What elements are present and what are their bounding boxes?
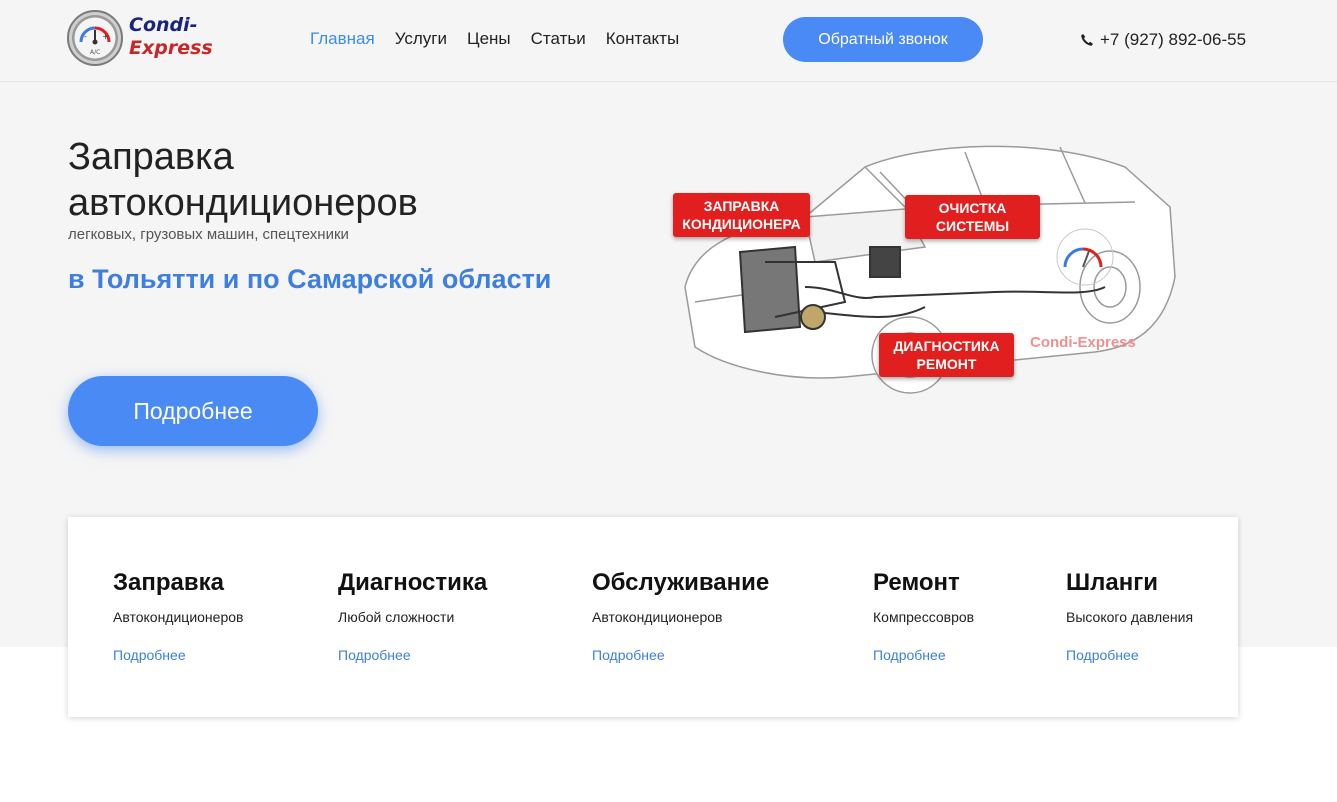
illustration-watermark: Condi-Express [1030, 334, 1136, 351]
tag-refill: ЗАПРАВКА КОНДИЦИОНЕРА [673, 193, 810, 237]
service-desc: Компрессовров [873, 609, 975, 625]
service-title: Обслуживание [592, 569, 770, 596]
phone-contact[interactable]: +7 (927) 892-06-55 [1080, 30, 1246, 50]
service-more-link[interactable]: Подробнее [592, 647, 769, 663]
nav-item-articles[interactable]: Статьи [531, 29, 586, 49]
phone-number[interactable]: +7 (927) 892-06-55 [1100, 30, 1246, 50]
gauge-label: A/C [90, 49, 100, 56]
service-more-link[interactable]: Подробнее [873, 647, 974, 663]
svg-text:-: - [84, 32, 87, 41]
hero-more-button[interactable]: Подробнее [68, 376, 318, 446]
nav-item-services[interactable]: Услуги [395, 29, 447, 49]
tag-diagnostics: ДИАГНОСТИКА РЕМОНТ [879, 333, 1014, 377]
service-card-diagnostics: Диагностика Любой сложности Подробнее [338, 569, 487, 663]
nav-item-prices[interactable]: Цены [467, 29, 511, 49]
service-more-link[interactable]: Подробнее [1066, 647, 1193, 663]
service-more-link[interactable]: Подробнее [113, 647, 243, 663]
nav-item-contacts[interactable]: Контакты [606, 29, 679, 49]
service-title: Ремонт [873, 569, 960, 596]
services-panel: Заправка Автокондиционеров Подробнее Диа… [68, 517, 1238, 717]
logo[interactable]: - + A/C Condi- Express [67, 10, 217, 70]
hero-subtitle: легковых, грузовых машин, спецтехники [68, 226, 349, 243]
service-title: Заправка [113, 569, 224, 596]
service-title: Шланги [1066, 569, 1158, 596]
service-card-refill: Заправка Автокондиционеров Подробнее [113, 569, 243, 663]
tag-cleaning: ОЧИСТКА СИСТЕМЫ [905, 195, 1040, 239]
logo-text-line1: Condi- [129, 14, 198, 36]
service-more-link[interactable]: Подробнее [338, 647, 487, 663]
svg-text:+: + [102, 32, 109, 41]
service-card-maintenance: Обслуживание Автокондиционеров Подробнее [592, 569, 769, 663]
phone-icon [1081, 34, 1093, 46]
car-illustration: ЗАПРАВКА КОНДИЦИОНЕРА ОЧИСТКА СИСТЕМЫ ДИ… [665, 127, 1185, 427]
service-desc: Автокондиционеров [592, 609, 723, 625]
service-card-hoses: Шланги Высокого давления Подробнее [1066, 569, 1193, 663]
service-desc: Автокондиционеров [113, 609, 244, 625]
nav-item-home[interactable]: Главная [310, 29, 375, 49]
hero-region: в Тольятти и по Самарской области [68, 264, 552, 294]
service-desc: Любой сложности [338, 609, 455, 625]
service-title: Диагностика [338, 569, 488, 596]
ac-gauge-icon: - + A/C [67, 10, 123, 66]
car-drawing [684, 145, 1176, 394]
site-header: - + A/C Condi- Express Главная Услуги Це… [0, 0, 1337, 82]
logo-text-line2: Express [129, 37, 213, 59]
callback-button[interactable]: Обратный звонок [783, 17, 983, 62]
hero-title: Заправка автокондиционеров [68, 136, 418, 224]
service-desc: Высокого давления [1066, 609, 1194, 625]
service-card-repair: Ремонт Компрессовров Подробнее [873, 569, 974, 663]
main-nav: Главная Услуги Цены Статьи Контакты [310, 29, 679, 49]
